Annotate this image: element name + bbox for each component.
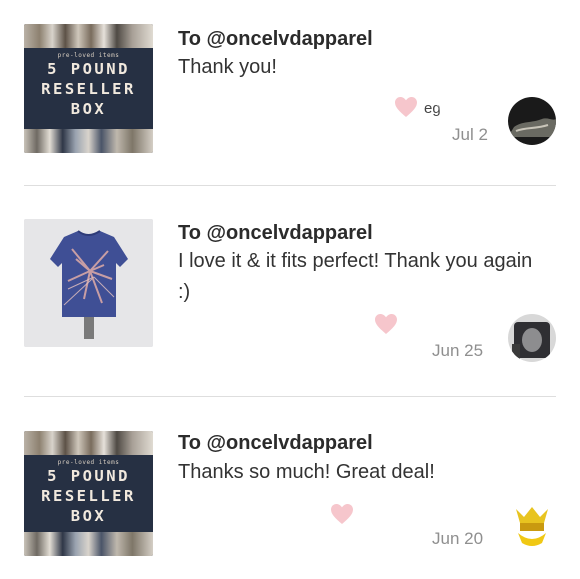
reviewer-avatar[interactable] (508, 97, 556, 145)
thumbnail-line3: BOX (70, 100, 107, 118)
reviewer-avatar[interactable] (508, 503, 556, 551)
reviewer-avatar[interactable] (508, 314, 556, 362)
review-date: Jun 25 (432, 341, 484, 360)
redaction-mark (401, 306, 495, 336)
thumbnail-photo-strip (24, 129, 153, 153)
thumbnail-line1: 5 POUND (47, 60, 130, 78)
thumbnail-photo-strip (24, 532, 153, 556)
review-date: Jul 2 (452, 125, 488, 144)
heart-icon[interactable] (374, 313, 398, 335)
thumbnail-line1: 5 POUND (47, 467, 130, 485)
review-recipient[interactable]: To @oncelvdapparel (178, 432, 373, 455)
thumbnail-line2: RESELLER (41, 80, 136, 98)
listing-thumbnail[interactable]: pre-loved items 5 POUND RESELLER BOX (24, 431, 153, 556)
heart-icon[interactable] (330, 503, 354, 525)
review-date: Jun 20 (432, 529, 484, 548)
review-message: Thank you! (178, 56, 277, 78)
thumbnail-small-text: pre-loved items (57, 459, 120, 466)
redaction-mark (437, 89, 515, 117)
heart-icon[interactable] (394, 96, 418, 118)
thumbnail-photo-strip (24, 24, 153, 48)
thumbnail-line2: RESELLER (41, 487, 136, 505)
review-item: To @oncelvdapparel I love it & it fits p… (0, 186, 580, 398)
thumbnail-panel: pre-loved items 5 POUND RESELLER BOX (24, 455, 153, 536)
redaction-mark (363, 495, 495, 527)
thumbnail-photo-strip (24, 431, 153, 455)
thumbnail-panel: pre-loved items 5 POUND RESELLER BOX (24, 48, 153, 129)
thumbnail-small-text: pre-loved items (57, 52, 120, 59)
review-item: pre-loved items 5 POUND RESELLER BOX To … (0, 396, 580, 579)
review-item: pre-loved items 5 POUND RESELLER BOX To … (0, 0, 580, 186)
review-recipient[interactable]: To @oncelvdapparel (178, 28, 373, 51)
review-recipient[interactable]: To @oncelvdapparel (178, 222, 373, 245)
listing-thumbnail[interactable] (24, 219, 153, 347)
review-message: Thanks so much! Great deal! (178, 461, 435, 483)
listing-thumbnail[interactable]: pre-loved items 5 POUND RESELLER BOX (24, 24, 153, 153)
thumbnail-line3: BOX (70, 507, 107, 525)
review-message: I love it & it fits perfect! Thank you a… (178, 250, 533, 303)
